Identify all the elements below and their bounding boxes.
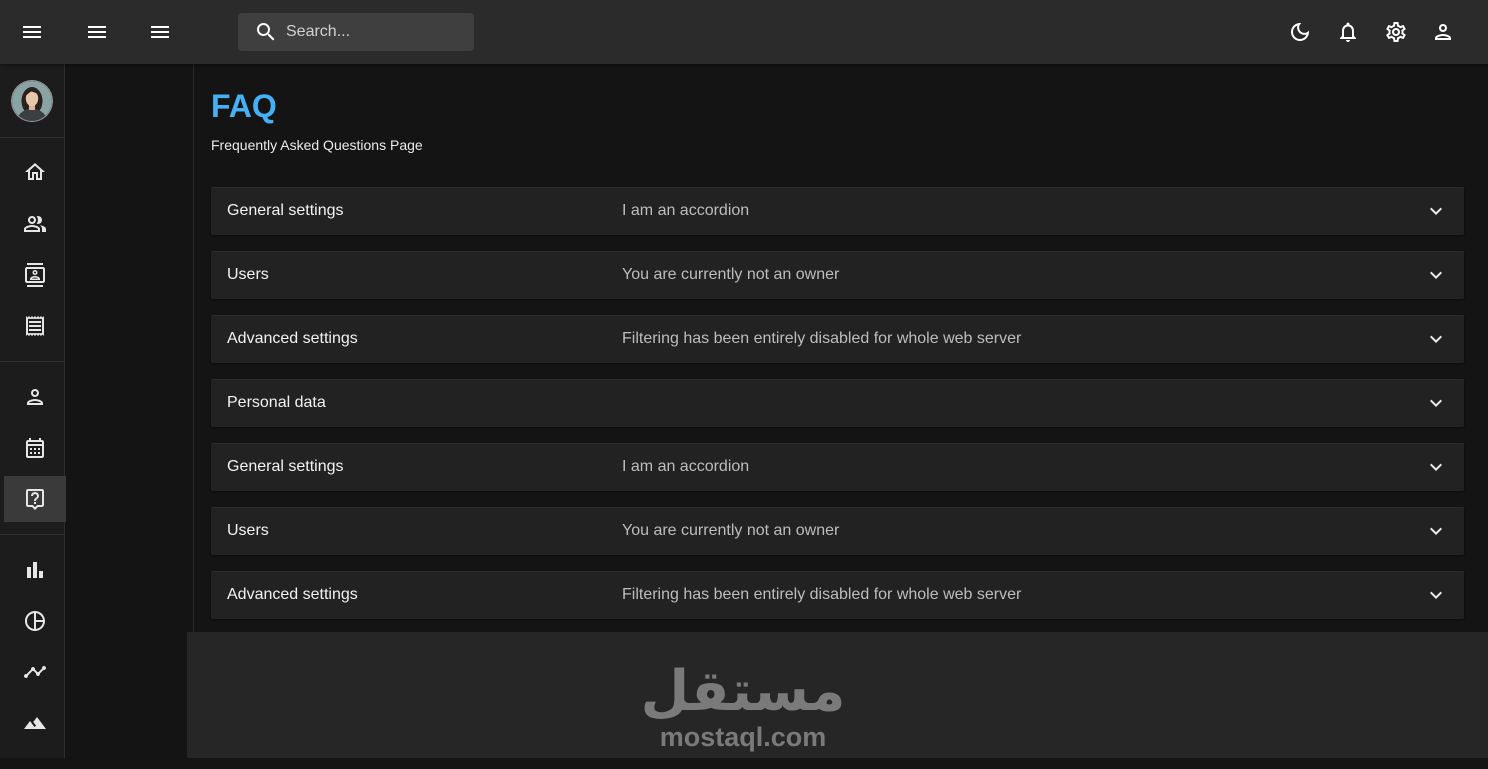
search-icon (254, 20, 278, 44)
page-subtitle: Frequently Asked Questions Page (211, 137, 423, 153)
accordion-summary: Filtering has been entirely disabled for… (622, 586, 1022, 603)
sidebar-divider (0, 534, 64, 535)
menu-icon (151, 26, 169, 38)
person-icon (27, 389, 43, 405)
footer: مستقل mostaql.com (187, 632, 1488, 758)
user-avatar[interactable] (12, 81, 52, 121)
sidebar (0, 64, 66, 758)
content-divider-line (193, 64, 194, 632)
sidebar-item-line-chart[interactable] (4, 649, 66, 695)
accordion-summary: You are currently not an owner (622, 266, 840, 283)
dark-mode-icon (1291, 23, 1309, 41)
sidebar-item-contacts[interactable] (4, 252, 66, 298)
timeline-icon (24, 666, 46, 678)
search-input[interactable] (286, 13, 466, 51)
accordion-summary: Filtering has been entirely disabled for… (622, 330, 1022, 347)
faq-accordion[interactable]: General settings I am an accordion (211, 187, 1464, 235)
menu-button-1[interactable] (12, 12, 52, 52)
receipt-icon (26, 316, 44, 336)
contacts-icon (25, 263, 45, 287)
faq-accordion[interactable]: Personal data (211, 379, 1464, 427)
sidebar-divider (0, 137, 64, 138)
sidebar-item-faq[interactable] (4, 476, 66, 522)
sidebar-item-bar-chart[interactable] (4, 547, 66, 593)
chevron-down-icon[interactable] (1424, 263, 1448, 287)
settings-button[interactable] (1376, 12, 1416, 52)
terrain-icon (24, 717, 46, 729)
account-icon (1435, 24, 1451, 40)
chevron-down-icon[interactable] (1424, 519, 1448, 543)
sidebar-item-invoices[interactable] (4, 303, 66, 349)
sidebar-item-home[interactable] (4, 149, 66, 195)
faq-accordion[interactable]: Advanced settings Filtering has been ent… (211, 571, 1464, 619)
sidebar-item-geography[interactable] (4, 700, 66, 746)
dark-mode-toggle-button[interactable] (1280, 12, 1320, 52)
chevron-down-icon[interactable] (1424, 583, 1448, 607)
accordion-title: Advanced settings (227, 330, 358, 347)
menu-button-2[interactable] (77, 12, 117, 52)
sidebar-item-pie-chart[interactable] (4, 598, 66, 644)
accordion-summary: You are currently not an owner (622, 522, 840, 539)
chevron-down-icon[interactable] (1424, 327, 1448, 351)
accordion-title: Users (227, 522, 269, 539)
notifications-icon (1340, 22, 1356, 42)
settings-icon (1386, 21, 1406, 42)
menu-icon (23, 26, 41, 38)
account-button[interactable] (1423, 12, 1463, 52)
pie-chart-icon (25, 611, 45, 631)
search-box[interactable] (238, 13, 474, 51)
calendar-icon (26, 438, 44, 458)
chevron-down-icon[interactable] (1424, 199, 1448, 223)
page-title: FAQ (211, 88, 277, 124)
mostaql-logo-watermark: مستقل mostaql.com (633, 632, 853, 758)
accordion-summary: I am an accordion (622, 202, 750, 219)
menu-icon (88, 26, 106, 38)
accordion-title: Advanced settings (227, 586, 358, 603)
people-icon (24, 216, 46, 232)
sidebar-item-calendar[interactable] (4, 425, 66, 471)
top-app-bar (0, 0, 1488, 64)
home-icon (25, 163, 45, 180)
accordion-title: General settings (227, 458, 344, 475)
logo-arabic-text: مستقل (640, 659, 846, 724)
accordion-title: Users (227, 266, 269, 283)
accordion-title: Personal data (227, 394, 326, 411)
faq-accordion[interactable]: Users You are currently not an owner (211, 507, 1464, 555)
faq-accordion[interactable]: General settings I am an accordion (211, 443, 1464, 491)
help-icon (26, 489, 44, 510)
faq-accordion[interactable]: Users You are currently not an owner (211, 251, 1464, 299)
notifications-button[interactable] (1328, 12, 1368, 52)
sidebar-item-profile[interactable] (4, 374, 66, 420)
chevron-down-icon[interactable] (1424, 391, 1448, 415)
bar-chart-icon (27, 562, 43, 578)
logo-latin-text: mostaql.com (659, 722, 827, 752)
sidebar-divider (0, 361, 64, 362)
avatar-icon (12, 81, 52, 121)
accordion-summary: I am an accordion (622, 458, 750, 475)
chevron-down-icon[interactable] (1424, 455, 1448, 479)
sidebar-item-team[interactable] (4, 201, 66, 247)
accordion-title: General settings (227, 202, 344, 219)
menu-button-3[interactable] (140, 12, 180, 52)
faq-accordion[interactable]: Advanced settings Filtering has been ent… (211, 315, 1464, 363)
